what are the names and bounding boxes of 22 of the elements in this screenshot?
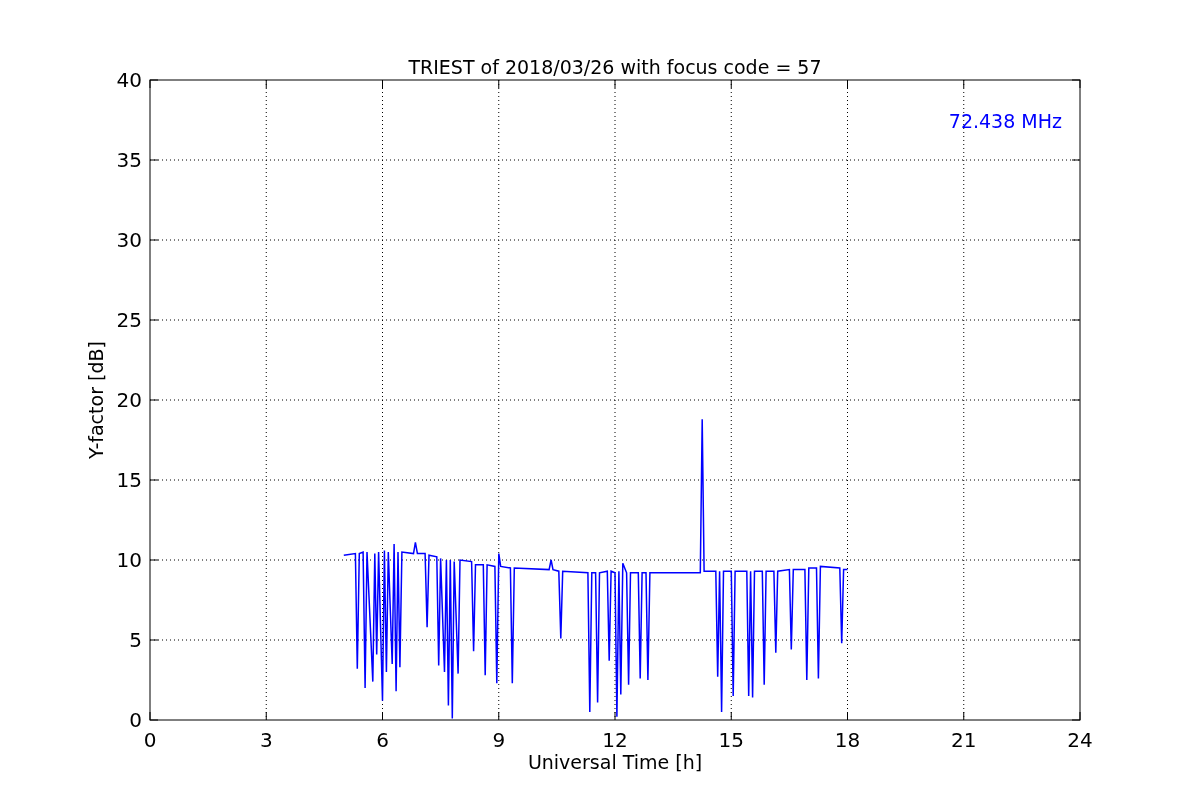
series-label: 72.438 MHz bbox=[948, 110, 1062, 132]
y-axis-label: Y-factor [dB] bbox=[85, 341, 107, 459]
tick-label: 5 bbox=[129, 628, 142, 652]
tick-label: 3 bbox=[259, 728, 273, 752]
tick-label: 30 bbox=[116, 228, 142, 252]
tick-label: 25 bbox=[116, 308, 142, 332]
tick-label: 0 bbox=[129, 708, 142, 732]
chart-title: TRIEST of 2018/03/26 with focus code = 57 bbox=[408, 56, 822, 78]
tick-label: 40 bbox=[116, 68, 142, 92]
tick-label: 9 bbox=[492, 728, 506, 752]
x-axis-label: Universal Time [h] bbox=[527, 751, 703, 773]
tick-label: 15 bbox=[116, 468, 142, 492]
tick-label: 6 bbox=[376, 728, 389, 752]
tick-label: 24 bbox=[1067, 728, 1093, 752]
tick-label: 18 bbox=[834, 728, 861, 752]
tick-label: 15 bbox=[718, 728, 744, 752]
tick-label: 10 bbox=[116, 548, 142, 572]
tick-label: 12 bbox=[602, 728, 628, 752]
tick-label: 20 bbox=[116, 388, 142, 412]
tick-label: 0 bbox=[143, 728, 157, 752]
tick-label: 21 bbox=[951, 728, 977, 752]
tick-label: 35 bbox=[116, 148, 142, 172]
